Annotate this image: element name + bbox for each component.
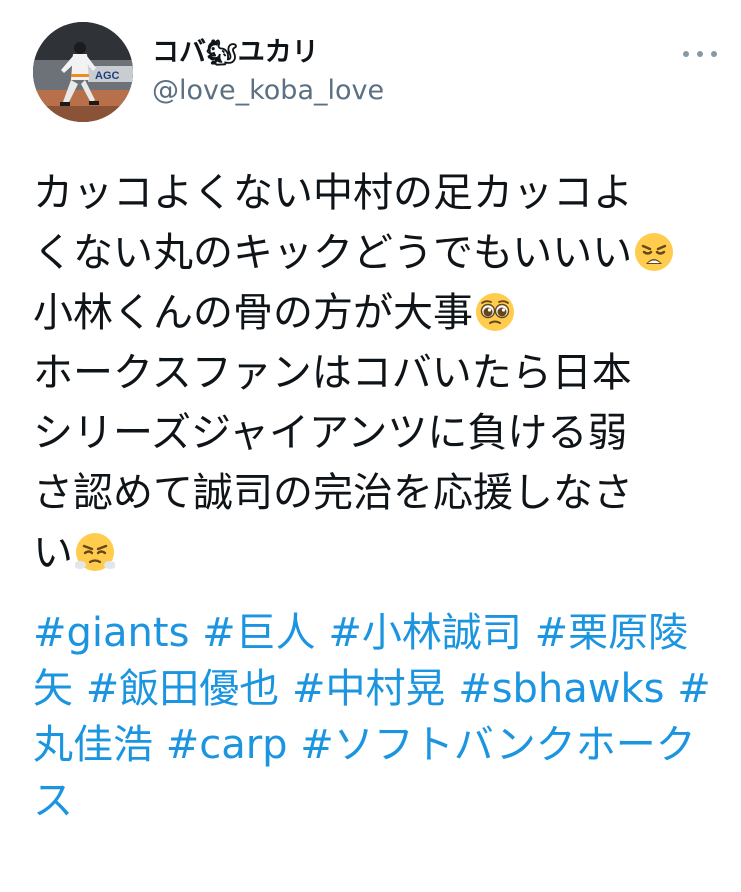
baseball-player-photo: AGC (33, 22, 133, 122)
hashtag-link[interactable]: 矢 (33, 666, 73, 712)
tweet-line-text: くない丸のキックどうでもいいい (33, 230, 633, 276)
display-name-suffix: ユカリ (237, 37, 319, 68)
tweet-line: さ認めて誠司の完治を応援しなさ (33, 463, 713, 523)
tweet-line-text: カッコよくない中村の足カッコよ (33, 170, 633, 216)
hashtag-line: #giants #巨人 #小林誠司 #栗原陵 (33, 605, 713, 661)
hashtag-link[interactable]: #ソフトバンクホーク (300, 722, 696, 768)
tweet-header: AGC コバ🐿ユカリ @love_koba_love (0, 0, 741, 150)
pleading-face-emoji (476, 293, 514, 331)
hashtag-link[interactable]: #巨人 (202, 610, 316, 656)
tweet-line: カッコよくない中村の足カッコよ (33, 163, 713, 223)
hashtag-link[interactable]: ス (33, 778, 73, 824)
hashtag-link[interactable]: 丸佳浩 (33, 722, 153, 768)
tweet-text: カッコよくない中村の足カッコよ くない丸のキックどうでもいいい 小林くんの骨の方… (33, 163, 713, 583)
hashtag-link[interactable]: #小林誠司 (328, 610, 522, 656)
avatar[interactable]: AGC (33, 22, 133, 122)
tweet-line: シリーズジャイアンツに負ける弱 (33, 403, 713, 463)
tweet-line: い (33, 523, 713, 583)
face-with-steam-emoji (75, 533, 115, 571)
avatar-sign: AGC (95, 70, 120, 82)
dot (711, 51, 717, 57)
user-handle[interactable]: @love_koba_love (152, 72, 384, 110)
tweet-line: 小林くんの骨の方が大事 (33, 283, 713, 343)
hashtag-link[interactable]: #giants (33, 610, 189, 656)
tweet-line-text: ホークスファンはコバいたら日本 (33, 350, 632, 396)
squirrel-icon: 🐿 (206, 38, 238, 67)
dot (697, 51, 703, 57)
tweet-line-text: い (33, 530, 73, 576)
more-dots-icon[interactable] (683, 46, 717, 62)
hashtag-line: 矢 #飯田優也 #中村晃 #sbhawks # (33, 661, 713, 717)
tweet-line: くない丸のキックどうでもいいい (33, 223, 713, 283)
dot (683, 51, 689, 57)
hashtag-link[interactable]: # (677, 666, 711, 712)
hashtag-link[interactable]: #carp (166, 722, 288, 768)
tweet-line-text: さ認めて誠司の完治を応援しなさ (33, 470, 633, 516)
hashtag-line: ス (33, 773, 713, 829)
tweet-line-text: シリーズジャイアンツに負ける弱 (33, 410, 628, 456)
user-names: コバ🐿ユカリ @love_koba_love (152, 34, 384, 110)
hashtag-line: 丸佳浩 #carp #ソフトバンクホーク (33, 717, 713, 773)
hashtag-link[interactable]: #飯田優也 (86, 666, 280, 712)
display-name[interactable]: コバ🐿ユカリ (152, 34, 384, 72)
display-name-prefix: コバ (152, 37, 206, 68)
hashtag-link[interactable]: #栗原陵 (535, 610, 689, 656)
weary-face-emoji (635, 233, 674, 271)
tweet-line-text: 小林くんの骨の方が大事 (33, 290, 473, 336)
tweet-line: ホークスファンはコバいたら日本 (33, 343, 713, 403)
hashtag-link[interactable]: #sbhawks (458, 666, 664, 712)
hashtag-list: #giants #巨人 #小林誠司 #栗原陵 矢 #飯田優也 #中村晃 #sbh… (33, 605, 713, 829)
hashtag-link[interactable]: #中村晃 (292, 666, 446, 712)
